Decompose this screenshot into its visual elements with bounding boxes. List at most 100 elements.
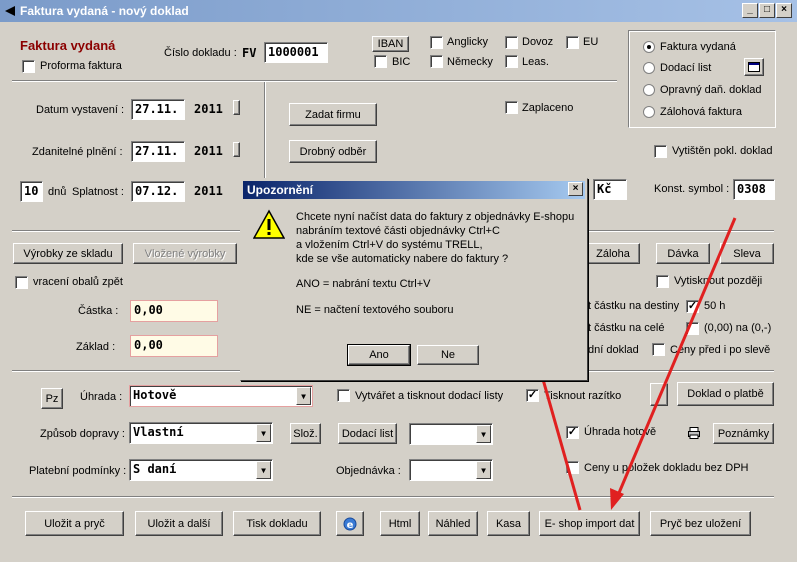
browser-button[interactable]: e [336, 511, 364, 536]
window-icon [748, 62, 760, 72]
dialog-line-4: kde se vše automaticky nabere do faktury… [296, 253, 509, 265]
dialog-title-bar[interactable]: Upozornění × [243, 181, 585, 199]
leas-checkbox[interactable] [505, 55, 518, 68]
zadat-firmu-button[interactable]: Zadat firmu [289, 103, 377, 126]
castka-label: Částka : [78, 305, 119, 317]
printer-icon[interactable] [688, 427, 700, 439]
radio-opravny-doklad-label: Opravný daň. doklad [660, 84, 762, 96]
h50-label: 50 h [704, 300, 726, 312]
zdanitelne-plneni-field[interactable]: 27.11. [131, 141, 185, 162]
dialog-close-button[interactable]: × [568, 182, 583, 196]
eshop-import-button[interactable]: E- shop import dat [539, 511, 640, 536]
sloz-button[interactable]: Slož. [290, 423, 321, 444]
zdanitelne-plneni-year: 2011 [194, 144, 223, 158]
vytvaret-checkbox[interactable] [337, 389, 350, 402]
doc-number-label: Číslo dokladu : [164, 47, 237, 59]
proforma-checkbox[interactable] [22, 60, 35, 73]
ceny-bez-dph-label: Ceny u položek dokladu bez DPH [584, 462, 749, 474]
chevron-down-icon[interactable]: ▼ [256, 424, 271, 442]
tisk-dokladu-button[interactable]: Tisk dokladu [233, 511, 321, 536]
doc-prefix: FV [242, 46, 257, 60]
date-spin[interactable] [233, 100, 240, 115]
ulozit-a-pryc-button[interactable]: Uložit a pryč [25, 511, 124, 536]
eu-checkbox[interactable] [566, 36, 579, 49]
sleva-button[interactable]: Sleva [720, 243, 774, 264]
print-icon-button[interactable] [744, 58, 764, 76]
ceny-pred-po-checkbox[interactable] [652, 343, 665, 356]
radio-opravny-doklad[interactable] [643, 84, 655, 96]
ulozit-a-dalsi-button[interactable]: Uložit a další [135, 511, 223, 536]
vytisten-label: Vytištěn pokl. doklad [672, 145, 773, 157]
radio-dodaci-list-label: Dodací list [660, 62, 712, 74]
bic-checkbox[interactable] [374, 55, 387, 68]
ceny-pred-po-label: Ceny před i po slevě [670, 344, 771, 356]
dovoz-label: Dovoz [522, 36, 554, 48]
podminky-label: Platební podmínky : [29, 465, 127, 477]
nahled-button[interactable]: Náhled [428, 511, 478, 536]
radio-faktura-vydana[interactable] [643, 41, 655, 53]
vraceni-obalu-checkbox[interactable] [15, 276, 28, 289]
uhrada-hotove-checkbox[interactable]: ✓ [566, 426, 579, 439]
vlozene-vyrobky-button[interactable]: Vložené výrobky [133, 243, 237, 264]
castka-field[interactable]: 0,00 [130, 300, 218, 322]
podminky-value: S daní [133, 462, 177, 476]
vytisten-checkbox[interactable] [654, 145, 667, 158]
pz-button[interactable]: Pz [41, 388, 63, 409]
minimize-button[interactable]: _ [742, 3, 758, 18]
davka-button[interactable]: Dávka [656, 243, 710, 264]
round-checkbox[interactable] [686, 322, 699, 335]
zaplaceno-checkbox[interactable] [505, 101, 518, 114]
zaloha-button[interactable]: Záloha [586, 243, 640, 264]
anglicky-checkbox[interactable] [430, 36, 443, 49]
html-button[interactable]: Html [380, 511, 420, 536]
radio-zalohova-faktura[interactable] [643, 106, 655, 118]
window-title: Faktura vydaná - nový doklad [20, 4, 189, 18]
chevron-down-icon[interactable]: ▼ [476, 461, 491, 479]
vytisknout-pozdeji-checkbox[interactable] [656, 275, 669, 288]
tisknout-razitko-checkbox[interactable]: ✓ [526, 389, 539, 402]
date-spin[interactable] [233, 142, 240, 157]
zaklad-field[interactable]: 0,00 [130, 335, 218, 357]
doklad-o-platbe-button[interactable]: Doklad o platbě [677, 382, 774, 406]
ne-button[interactable]: Ne [417, 345, 479, 365]
ano-button[interactable]: Ano [347, 344, 411, 366]
uhrada-value: Hotově [133, 388, 177, 402]
doprava-select[interactable]: Vlastní ▼ [129, 422, 273, 444]
close-button[interactable]: × [776, 3, 792, 18]
separator [12, 80, 617, 82]
ceny-bez-dph-checkbox[interactable] [566, 461, 579, 474]
objednavka-label: Objednávka : [336, 465, 401, 477]
vyrobky-ze-skladu-button[interactable]: Výrobky ze skladu [13, 243, 123, 264]
dodaci-list-button[interactable]: Dodací list [338, 423, 397, 444]
pryc-bez-ulozeni-button[interactable]: Pryč bez uložení [650, 511, 751, 536]
doc-number-field[interactable]: 1000001 [264, 42, 328, 63]
konst-symbol-field[interactable]: 0308 [733, 179, 775, 200]
destiny-label: t částku na destiny [588, 300, 680, 312]
arrowhead [610, 488, 624, 510]
splatnost-field[interactable]: 07.12. [131, 181, 185, 202]
chevron-down-icon[interactable]: ▼ [476, 425, 491, 443]
title-bar[interactable]: Faktura vydaná - nový doklad _ □ × [0, 0, 797, 22]
currency-field[interactable]: Kč [593, 179, 627, 200]
h50-checkbox[interactable]: ✓ [686, 300, 699, 313]
dovoz-checkbox[interactable] [505, 36, 518, 49]
datum-vystaveni-field[interactable]: 27.11. [131, 99, 185, 120]
razitko-button[interactable] [650, 383, 668, 406]
datum-vystaveni-year: 2011 [194, 102, 223, 116]
poznamky-button[interactable]: Poznámky [713, 423, 774, 444]
drobny-odber-button[interactable]: Drobný odběr [289, 140, 377, 163]
radio-dodaci-list[interactable] [643, 62, 655, 74]
nemecky-checkbox[interactable] [430, 55, 443, 68]
kasa-button[interactable]: Kasa [487, 511, 530, 536]
splatnost-days-field[interactable]: 10 [20, 181, 43, 202]
podminky-select[interactable]: S daní ▼ [129, 459, 273, 481]
iban-button[interactable]: IBAN [372, 36, 409, 52]
separator [12, 496, 774, 498]
uhrada-select[interactable]: Hotově ▼ [129, 385, 313, 407]
dni-doklad-label: dní doklad [588, 344, 639, 356]
objednavka-select[interactable]: ▼ [409, 459, 493, 481]
dodaci-list-select[interactable]: ▼ [409, 423, 493, 445]
chevron-down-icon[interactable]: ▼ [296, 387, 311, 405]
chevron-down-icon[interactable]: ▼ [256, 461, 271, 479]
maximize-button[interactable]: □ [759, 3, 775, 18]
